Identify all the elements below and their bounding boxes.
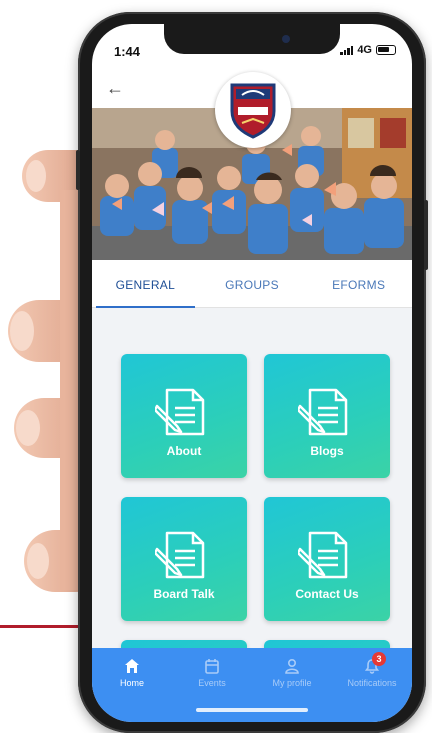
app-screen: 1:44 4G ← GENERAL GROUPS EFORMS About Bl… — [92, 24, 412, 722]
document-pencil-icon — [298, 388, 348, 436]
document-pencil-icon — [155, 531, 205, 579]
nav-label: Home — [119, 678, 144, 688]
tile-contact-us[interactable]: Contact Us — [264, 497, 390, 621]
volume-button — [76, 150, 80, 190]
nav-label: Notifications — [347, 678, 397, 688]
nav-label: Events — [198, 678, 226, 688]
red-accent-line — [0, 625, 80, 628]
tile-about[interactable]: About — [121, 354, 247, 478]
tile-partial-right[interactable] — [264, 640, 390, 648]
nav-home[interactable]: Home — [92, 648, 172, 722]
tab-groups[interactable]: GROUPS — [199, 262, 306, 307]
network-type: 4G — [357, 44, 372, 56]
signal-icon — [340, 45, 354, 55]
tab-general[interactable]: GENERAL — [92, 262, 199, 308]
tile-partial-left[interactable] — [121, 640, 247, 648]
notch — [164, 24, 340, 54]
power-button — [424, 200, 428, 270]
calendar-icon — [205, 659, 219, 674]
school-crest-logo — [215, 72, 291, 148]
section-tabs: GENERAL GROUPS EFORMS — [92, 262, 412, 308]
user-icon — [285, 658, 299, 674]
document-pencil-icon — [298, 531, 348, 579]
status-time: 1:44 — [114, 44, 141, 59]
home-icon — [125, 659, 139, 673]
notification-count-badge: 3 — [372, 652, 386, 666]
tab-eforms[interactable]: EFORMS — [305, 262, 412, 307]
tile-blogs[interactable]: Blogs — [264, 354, 390, 478]
tile-label: About — [166, 444, 202, 458]
nav-notifications[interactable]: 3 Notifications — [332, 648, 412, 722]
status-indicators: 4G — [340, 44, 396, 56]
document-pencil-icon — [155, 388, 205, 436]
home-indicator — [196, 708, 308, 712]
tile-label: Contact Us — [295, 587, 359, 601]
tile-label: Blogs — [310, 444, 344, 458]
tile-label: Board Talk — [153, 587, 215, 601]
tile-board-talk[interactable]: Board Talk — [121, 497, 247, 621]
nav-label: My profile — [272, 678, 312, 688]
battery-icon — [376, 45, 396, 55]
back-arrow-icon[interactable]: ← — [106, 78, 124, 99]
tile-grid: About Blogs Board Talk Contact Us — [92, 308, 412, 648]
